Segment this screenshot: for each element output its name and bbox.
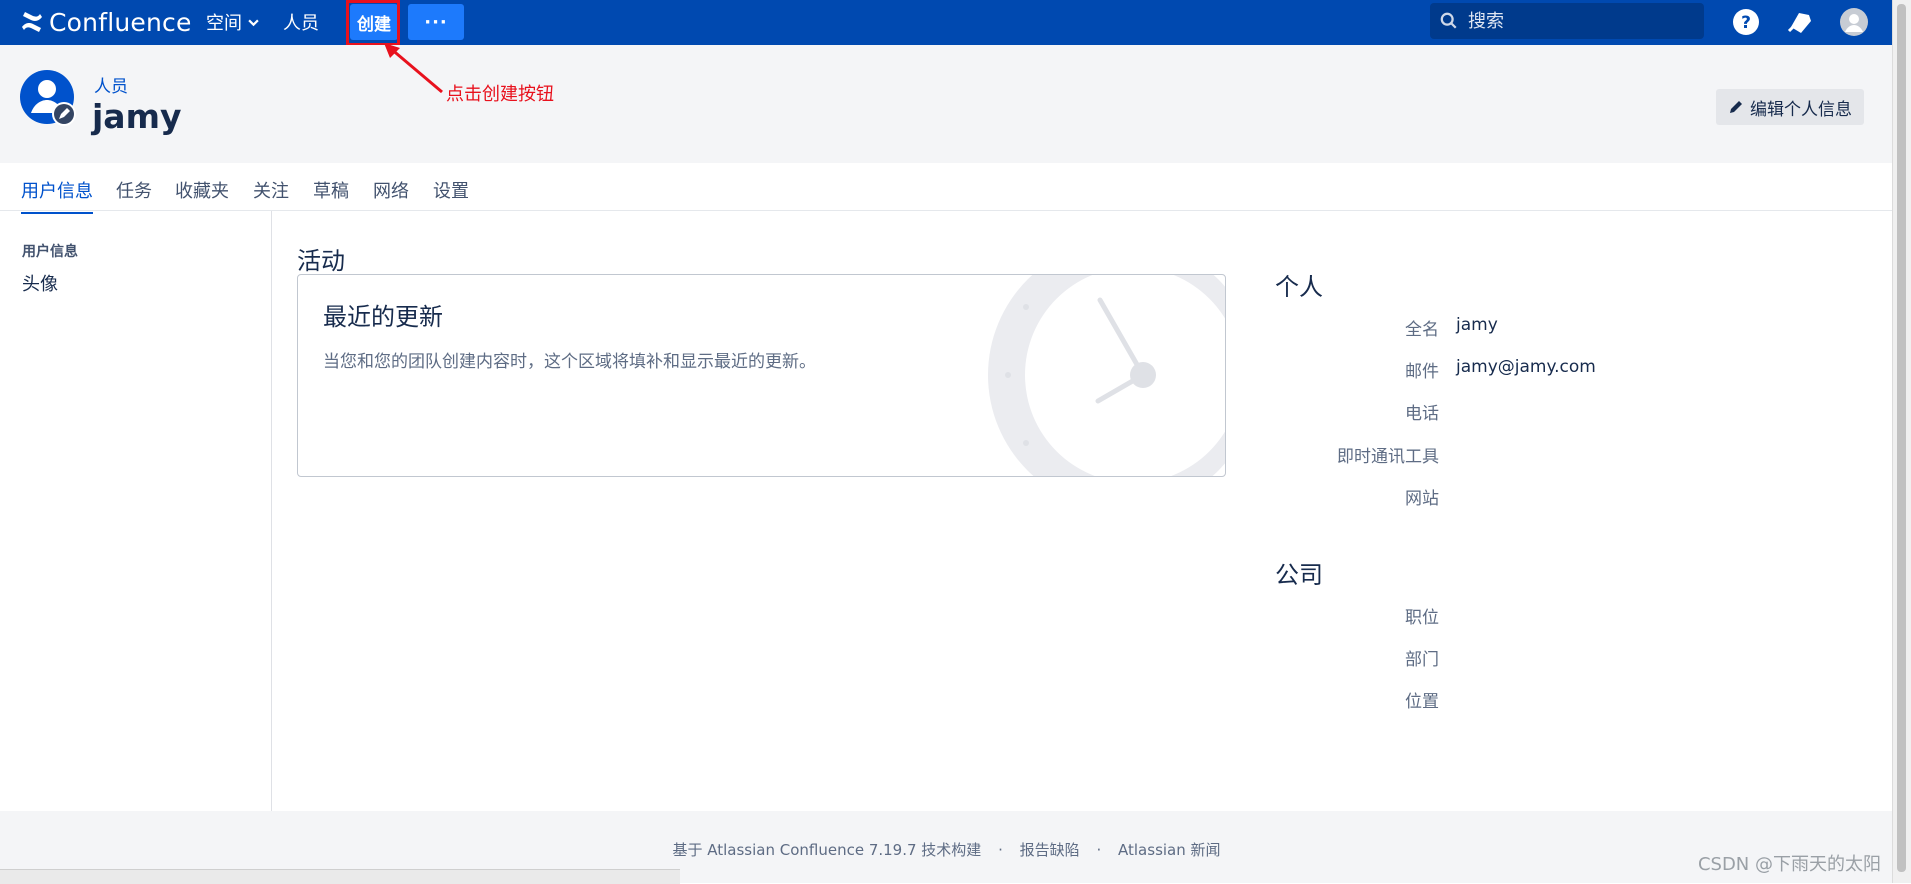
field-value-email[interactable]: jamy@jamy.com bbox=[1456, 357, 1596, 377]
notifications-icon[interactable] bbox=[1785, 7, 1815, 37]
field-label-website: 网站 bbox=[1405, 489, 1439, 509]
more-button[interactable]: ··· bbox=[408, 4, 464, 40]
recent-updates-title: 最近的更新 bbox=[323, 303, 443, 331]
watermark: CSDN @下雨天的太阳 bbox=[1697, 854, 1881, 875]
clock-icon bbox=[988, 275, 1225, 476]
top-navigation-bar: Confluence 空间 人员 创建 ··· ? bbox=[0, 0, 1893, 46]
tab-settings[interactable]: 设置 bbox=[433, 177, 469, 203]
field-value-fullname: jamy bbox=[1456, 315, 1498, 335]
company-heading: 公司 bbox=[1275, 561, 1323, 589]
search-box[interactable] bbox=[1430, 3, 1704, 39]
profile-header: 人员 jamy 编辑个人信息 bbox=[0, 45, 1893, 163]
profile-sidebar: 用户信息 头像 bbox=[0, 211, 272, 811]
help-icon[interactable]: ? bbox=[1731, 7, 1761, 37]
tab-favorites[interactable]: 收藏夹 bbox=[175, 177, 229, 203]
sidebar-item-avatar[interactable]: 头像 bbox=[22, 270, 58, 296]
search-icon bbox=[1440, 12, 1457, 29]
footer-report-bug-link[interactable]: 报告缺陷 bbox=[1020, 841, 1080, 859]
field-label-im: 即时通讯工具 bbox=[1337, 447, 1439, 467]
footer-built-with-link[interactable]: 基于 Atlassian Confluence 7.19.7 技术构建 bbox=[672, 841, 981, 859]
field-label-email: 邮件 bbox=[1405, 362, 1439, 382]
confluence-logo-icon bbox=[22, 12, 42, 32]
confluence-logo[interactable]: Confluence bbox=[20, 6, 192, 38]
field-label-department: 部门 bbox=[1405, 650, 1439, 670]
footer-links: 基于 Atlassian Confluence 7.19.7 技术构建 · 报告… bbox=[0, 839, 1893, 860]
field-label-position: 职位 bbox=[1405, 608, 1439, 628]
annotation-text: 点击创建按钮 bbox=[446, 84, 554, 105]
user-avatar-icon[interactable] bbox=[1839, 7, 1869, 37]
chevron-down-icon bbox=[248, 19, 259, 26]
scrollbar-thumb[interactable] bbox=[1897, 4, 1906, 872]
search-input[interactable] bbox=[1466, 9, 1690, 33]
breadcrumb-people[interactable]: 人员 bbox=[94, 72, 128, 97]
footer-separator: · bbox=[998, 841, 1003, 859]
spaces-menu[interactable]: 空间 bbox=[206, 9, 259, 35]
footer-separator: · bbox=[1096, 841, 1102, 859]
browser-status-bar bbox=[0, 869, 680, 884]
spaces-label: 空间 bbox=[206, 13, 242, 34]
footer-news-link[interactable]: Atlassian 新闻 bbox=[1118, 841, 1221, 859]
people-link[interactable]: 人员 bbox=[283, 9, 319, 35]
field-label-location: 位置 bbox=[1405, 692, 1439, 712]
field-label-fullname: 全名 bbox=[1405, 320, 1439, 340]
app-name: Confluence bbox=[49, 7, 192, 37]
recent-updates-card: 最近的更新 当您和您的团队创建内容时，这个区域将填补和显示最近的更新。 bbox=[297, 274, 1226, 477]
personal-heading: 个人 bbox=[1275, 273, 1323, 301]
edit-profile-label: 编辑个人信息 bbox=[1750, 99, 1852, 120]
pencil-icon bbox=[1730, 101, 1742, 113]
people-label: 人员 bbox=[283, 13, 319, 34]
edit-profile-button[interactable]: 编辑个人信息 bbox=[1716, 89, 1864, 125]
field-label-phone: 电话 bbox=[1405, 404, 1439, 424]
tab-following[interactable]: 关注 bbox=[253, 177, 289, 203]
tab-tasks[interactable]: 任务 bbox=[116, 177, 152, 203]
sidebar-heading: 用户信息 bbox=[22, 244, 78, 260]
svg-text:?: ? bbox=[1741, 13, 1751, 33]
recent-updates-description: 当您和您的团队创建内容时，这个区域将填补和显示最近的更新。 bbox=[323, 352, 816, 372]
profile-tabs: 用户信息 任务 收藏夹 关注 草稿 网络 设置 bbox=[0, 163, 1893, 214]
tab-user-info[interactable]: 用户信息 bbox=[21, 177, 93, 214]
vertical-scrollbar[interactable] bbox=[1892, 0, 1911, 883]
tab-network[interactable]: 网络 bbox=[373, 177, 409, 203]
activity-heading: 活动 bbox=[297, 247, 345, 275]
page-title: jamy bbox=[92, 97, 182, 136]
annotation-arrow-icon bbox=[384, 43, 443, 94]
profile-avatar-icon bbox=[20, 70, 76, 126]
tab-drafts[interactable]: 草稿 bbox=[313, 177, 349, 203]
